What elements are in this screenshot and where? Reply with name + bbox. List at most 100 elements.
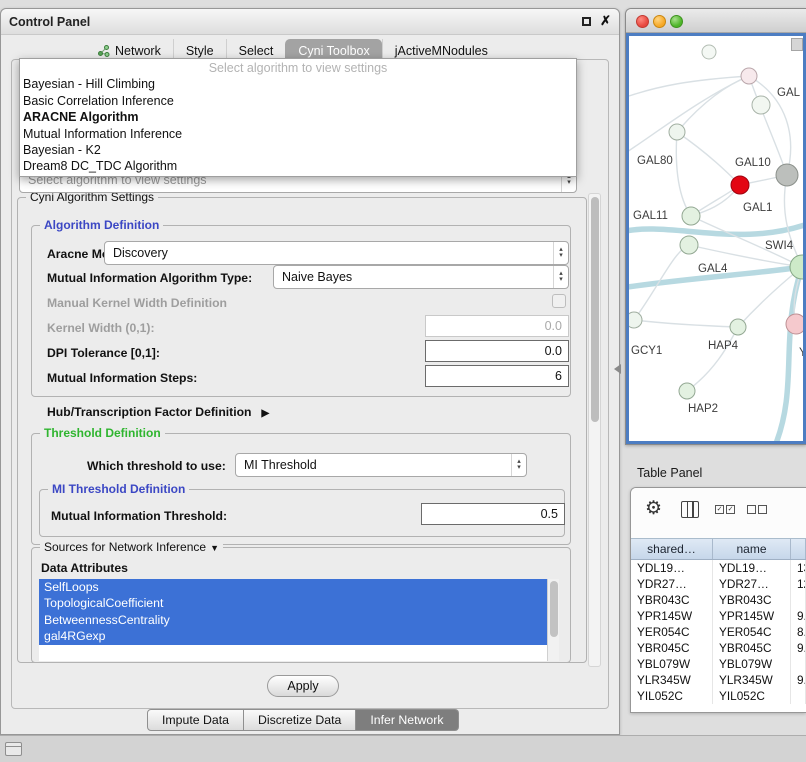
- manual-kernel-width-checkbox[interactable]: [552, 294, 566, 308]
- table-row[interactable]: YBR045CYBR045C9.: [631, 640, 806, 656]
- table-cell: 12: [791, 576, 806, 592]
- table-row[interactable]: YIL052CYIL052C: [631, 688, 806, 704]
- column-header-name[interactable]: name: [713, 539, 791, 559]
- table-row[interactable]: YLR345WYLR345W9.: [631, 672, 806, 688]
- network-edge: [677, 132, 740, 185]
- network-node-label: GAL1: [743, 202, 772, 214]
- settings-scrollbar[interactable]: [588, 193, 601, 667]
- panel-collapse-arrow-icon[interactable]: [614, 364, 621, 374]
- dropdown-item[interactable]: Basic Correlation Inference: [20, 93, 576, 109]
- dropdown-item-selected[interactable]: ARACNE Algorithm: [20, 109, 576, 125]
- tab-infer-network[interactable]: Infer Network: [356, 709, 458, 731]
- manual-kernel-width-label: Manual Kernel Width Definition: [47, 296, 227, 310]
- mi-threshold-label: Mutual Information Threshold:: [51, 509, 227, 523]
- apply-button[interactable]: Apply: [267, 675, 339, 697]
- deselect-rows-icon[interactable]: [747, 505, 767, 514]
- tab-impute-data[interactable]: Impute Data: [147, 709, 244, 731]
- table-cell: YBR045C: [631, 640, 713, 656]
- kernel-width-label: Kernel Width (0,1):: [47, 321, 155, 335]
- table-cell: YER054C: [713, 624, 791, 640]
- table-row[interactable]: YBL079WYBL079W: [631, 656, 806, 672]
- network-edge: [634, 320, 738, 327]
- table-row[interactable]: YBR043CYBR043C: [631, 592, 806, 608]
- sources-legend[interactable]: Sources for Network Inference▼: [40, 540, 223, 554]
- zoom-traffic-light[interactable]: [670, 15, 683, 28]
- table-row[interactable]: YER054CYER054C8.: [631, 624, 806, 640]
- network-node[interactable]: [730, 319, 746, 335]
- collapsed-arrow-icon: ▶: [262, 408, 270, 419]
- column-header-shared-name[interactable]: shared…: [631, 539, 713, 559]
- table-row[interactable]: YDL19…YDL19…13: [631, 560, 806, 576]
- dropdown-item[interactable]: Mutual Information Inference: [20, 126, 576, 142]
- table-cell: YER054C: [631, 624, 713, 640]
- network-edge: [676, 132, 691, 216]
- algorithm-dropdown-popup: Select algorithm to view settings Bayesi…: [19, 58, 577, 177]
- table-cell: YPR145W: [713, 608, 791, 624]
- network-node-label: GAL80: [637, 155, 673, 167]
- threshold-definition-legend: Threshold Definition: [40, 426, 165, 440]
- table-body: YDL19…YDL19…13YDR27…YDR27…12YBR043CYBR04…: [631, 560, 806, 712]
- network-node[interactable]: [752, 96, 770, 114]
- table-row[interactable]: YPR145WYPR145W9.: [631, 608, 806, 624]
- close-traffic-light[interactable]: [636, 15, 649, 28]
- network-edge: [677, 76, 749, 132]
- network-icon: [97, 45, 110, 57]
- attribute-item-selected[interactable]: TopologicalCoefficient: [39, 595, 547, 611]
- network-node-label: GAL: [777, 87, 801, 99]
- dropdown-item[interactable]: Dream8 DC_TDC Algorithm: [20, 158, 576, 174]
- columns-icon[interactable]: [681, 501, 699, 518]
- table-cell: [791, 656, 806, 672]
- network-node[interactable]: [731, 176, 749, 194]
- gear-icon[interactable]: ⚙: [645, 497, 662, 520]
- attribute-item-selected[interactable]: gal4RGexp: [39, 628, 547, 644]
- float-window-icon[interactable]: [582, 17, 591, 26]
- network-node[interactable]: [669, 124, 685, 140]
- hub-section-toggle[interactable]: Hub/Transcription Factor Definition▶: [47, 405, 269, 419]
- close-window-icon[interactable]: ✗: [600, 14, 611, 28]
- dpi-tolerance-input[interactable]: 0.0: [425, 340, 569, 362]
- attribute-item-selected[interactable]: SelfLoops: [39, 579, 547, 595]
- table-cell: 8.: [791, 624, 806, 640]
- table-row[interactable]: YDR27…YDR27…12: [631, 576, 806, 592]
- table-cell: YDL19…: [631, 560, 713, 576]
- table-cell: YBR043C: [713, 592, 791, 608]
- tab-label: Select: [239, 44, 274, 58]
- taskbar-strip: [0, 735, 806, 762]
- kernel-width-input[interactable]: 0.0: [425, 315, 569, 337]
- tab-discretize-data[interactable]: Discretize Data: [244, 709, 356, 731]
- scrollbar-thumb[interactable]: [591, 197, 599, 422]
- network-node[interactable]: [786, 314, 806, 334]
- minimized-panel-icon[interactable]: [5, 742, 22, 756]
- network-edge: [629, 76, 749, 96]
- table-panel-window: ⚙ ✓✓ shared… name YDL19…YDL19…13YDR27…YD…: [630, 487, 806, 713]
- attribute-list-scrollbar[interactable]: [547, 579, 559, 661]
- network-canvas[interactable]: GALGAL80GAL10GAL1GAL11SWI4GAL4GCY1HAP4YH…: [626, 33, 806, 444]
- network-node[interactable]: [679, 383, 695, 399]
- which-threshold-value: MI Threshold: [236, 458, 511, 472]
- minimize-traffic-light[interactable]: [653, 15, 666, 28]
- dropdown-item[interactable]: Bayesian - K2: [20, 142, 576, 158]
- mi-steps-input[interactable]: 6: [425, 365, 569, 387]
- network-node[interactable]: [682, 207, 700, 225]
- select-all-rows-icon[interactable]: ✓✓: [715, 505, 735, 514]
- network-node-label: HAP4: [708, 340, 739, 352]
- aracne-mode-value: Discovery: [105, 246, 553, 260]
- mi-algorithm-type-select[interactable]: Naive Bayes ▴▾: [273, 265, 569, 289]
- column-header-partial[interactable]: [791, 539, 806, 559]
- mi-threshold-input[interactable]: 0.5: [421, 503, 565, 525]
- tab-label: jActiveMNodules: [395, 44, 488, 58]
- scrollbar-thumb[interactable]: [550, 581, 558, 637]
- canvas-corner-widget: [791, 38, 803, 51]
- network-node[interactable]: [680, 236, 698, 254]
- which-threshold-select[interactable]: MI Threshold ▴▾: [235, 453, 527, 477]
- dropdown-item[interactable]: Bayesian - Hill Climbing: [20, 76, 576, 92]
- network-node[interactable]: [629, 312, 642, 328]
- attribute-item-selected[interactable]: BetweennessCentrality: [39, 612, 547, 628]
- table-cell: YDR27…: [713, 576, 791, 592]
- table-header: shared… name: [631, 538, 806, 560]
- aracne-mode-select[interactable]: Discovery ▴▾: [104, 241, 569, 265]
- network-node[interactable]: [702, 45, 716, 59]
- network-node[interactable]: [776, 164, 798, 186]
- network-node[interactable]: [741, 68, 757, 84]
- table-cell: 9.: [791, 640, 806, 656]
